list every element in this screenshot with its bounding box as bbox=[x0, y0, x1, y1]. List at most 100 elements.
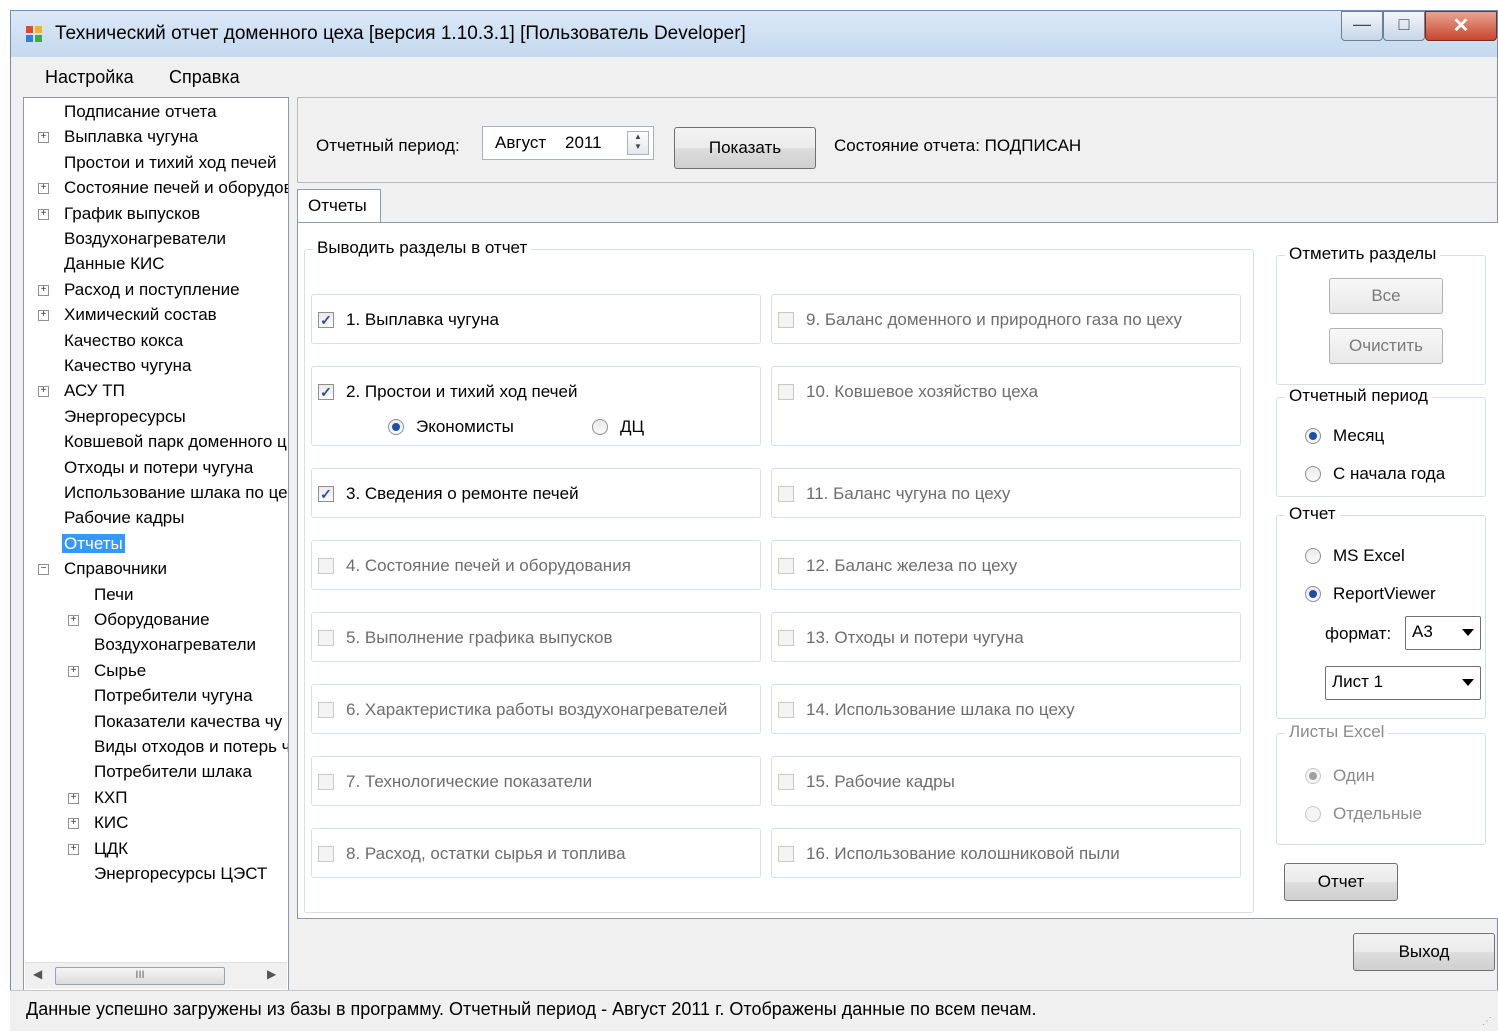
tree-node[interactable]: Использование шлака по це bbox=[62, 481, 288, 505]
menu-help[interactable]: Справка bbox=[169, 67, 240, 88]
section-checkbox[interactable] bbox=[778, 384, 794, 400]
clear-button[interactable]: Очистить bbox=[1329, 328, 1443, 364]
tree-node[interactable]: Отчеты bbox=[62, 532, 125, 556]
sheets-one-radio[interactable] bbox=[1305, 768, 1321, 784]
period-year-start-radio[interactable] bbox=[1305, 466, 1321, 482]
resize-grip-icon[interactable]: ⋰ bbox=[1482, 1016, 1492, 1027]
expand-icon[interactable]: + bbox=[38, 386, 49, 398]
tree-node[interactable]: Энергоресурсы bbox=[62, 405, 188, 429]
expand-icon[interactable]: + bbox=[68, 615, 79, 626]
tree-node[interactable]: Потребители чугуна bbox=[92, 684, 255, 708]
tree-horizontal-scrollbar[interactable]: ◀ III ▶ bbox=[25, 962, 287, 989]
tree-node-label: АСУ ТП bbox=[64, 381, 125, 401]
expand-icon[interactable]: + bbox=[68, 665, 79, 677]
report-button[interactable]: Отчет bbox=[1284, 863, 1398, 901]
show-button[interactable]: Показать bbox=[674, 127, 816, 169]
tree-node[interactable]: Сырье bbox=[92, 659, 148, 683]
tree-node[interactable]: Воздухонагреватели bbox=[62, 227, 228, 251]
tree-node-label: Простои и тихий ход печей bbox=[64, 152, 277, 172]
section-checkbox[interactable] bbox=[318, 558, 334, 574]
section-checkbox[interactable]: ✓ bbox=[318, 384, 334, 400]
tree-node[interactable]: Подписание отчета bbox=[62, 100, 219, 124]
exit-button[interactable]: Выход bbox=[1353, 933, 1495, 971]
period-picker[interactable]: Август 2011 ▲ ▼ bbox=[482, 126, 654, 160]
scroll-right-icon[interactable]: ▶ bbox=[267, 967, 276, 981]
tree-node[interactable]: График выпусков bbox=[62, 202, 202, 226]
maximize-button[interactable]: □ bbox=[1383, 11, 1425, 41]
report-period-group: Отчетный период Месяц С начала года bbox=[1276, 386, 1486, 497]
tree-node[interactable]: Расход и поступление bbox=[62, 278, 242, 302]
menu-settings[interactable]: Настройка bbox=[45, 67, 134, 88]
report-output-group: Отчет MS Excel ReportViewer формат: А3 Л… bbox=[1276, 504, 1486, 719]
tree-node[interactable]: КИС bbox=[92, 811, 130, 835]
scroll-thumb[interactable]: III bbox=[55, 967, 225, 985]
tree-node[interactable]: Справочники bbox=[62, 557, 169, 581]
scroll-left-icon[interactable]: ◀ bbox=[33, 967, 42, 981]
tab-reports[interactable]: Отчеты bbox=[297, 189, 381, 223]
format-select[interactable]: А3 bbox=[1405, 616, 1481, 650]
tree-node[interactable]: Простои и тихий ход печей bbox=[62, 151, 279, 175]
expand-icon[interactable]: + bbox=[38, 284, 49, 296]
section-checkbox[interactable]: ✓ bbox=[318, 486, 334, 502]
tree-node[interactable]: АСУ ТП bbox=[62, 379, 127, 403]
tree-node-label: Воздухонагреватели bbox=[94, 635, 256, 655]
maximize-icon: □ bbox=[1398, 14, 1410, 34]
tree-node[interactable]: Ковшевой парк доменного ц bbox=[62, 430, 288, 454]
status-text: Данные успешно загружены из базы в прогр… bbox=[26, 999, 1037, 1019]
dc-radio[interactable] bbox=[592, 419, 608, 435]
period-spinner[interactable]: ▲ ▼ bbox=[627, 131, 649, 155]
tree-node[interactable]: Показатели качества чу bbox=[92, 710, 284, 734]
section-checkbox[interactable] bbox=[778, 312, 794, 328]
expand-icon[interactable]: + bbox=[68, 818, 79, 830]
minimize-button[interactable]: — bbox=[1341, 11, 1383, 41]
tree-node[interactable]: Отходы и потери чугуна bbox=[62, 456, 255, 480]
tree-node[interactable]: Химический состав bbox=[62, 303, 219, 327]
economists-radio[interactable] bbox=[388, 419, 404, 435]
section-checkbox[interactable] bbox=[778, 630, 794, 646]
tree-node[interactable]: Энергоресурсы ЦЭСТ bbox=[92, 862, 269, 886]
collapse-icon[interactable]: − bbox=[38, 564, 49, 576]
period-month-radio[interactable] bbox=[1305, 428, 1321, 444]
tree-node[interactable]: Состояние печей и оборудова bbox=[62, 176, 288, 200]
section-checkbox[interactable] bbox=[778, 558, 794, 574]
tree-node[interactable]: ЦДК bbox=[92, 837, 130, 861]
report-output-title: Отчет bbox=[1285, 504, 1340, 524]
section-checkbox[interactable] bbox=[318, 630, 334, 646]
expand-icon[interactable]: + bbox=[68, 843, 79, 855]
section-checkbox[interactable] bbox=[778, 486, 794, 502]
tree-node[interactable]: Печи bbox=[92, 583, 135, 607]
expand-icon[interactable]: + bbox=[38, 183, 49, 195]
expand-icon[interactable]: + bbox=[38, 132, 49, 144]
menu-bar: Настройка Справка bbox=[11, 57, 1497, 95]
title-bar[interactable]: Технический отчет доменного цеха [версия… bbox=[11, 11, 1497, 57]
tree-node[interactable]: Выплавка чугуна bbox=[62, 125, 200, 149]
tree-node[interactable]: Оборудование bbox=[92, 608, 212, 632]
tree-node[interactable]: Рабочие кадры bbox=[62, 506, 186, 530]
tree-node[interactable]: Качество кокса bbox=[62, 329, 185, 353]
section-checkbox[interactable] bbox=[778, 702, 794, 718]
section-checkbox[interactable] bbox=[318, 702, 334, 718]
section-label: 4. Состояние печей и оборудования bbox=[346, 556, 631, 575]
sheets-separate-radio[interactable] bbox=[1305, 806, 1321, 822]
expand-icon[interactable]: + bbox=[68, 792, 79, 804]
report-viewer-radio[interactable] bbox=[1305, 586, 1321, 602]
tree-node[interactable]: КХП bbox=[92, 786, 129, 810]
tree-node[interactable]: Воздухонагреватели bbox=[92, 633, 258, 657]
close-button[interactable]: ✕ bbox=[1425, 11, 1497, 41]
expand-icon[interactable]: + bbox=[38, 310, 49, 322]
section-label: 9. Баланс доменного и природного газа по… bbox=[806, 310, 1183, 329]
section-checkbox[interactable] bbox=[318, 846, 334, 862]
navigation-tree[interactable]: Подписание отчета Выплавка чугуна + Простои… bbox=[23, 97, 289, 991]
section-checkbox[interactable] bbox=[778, 846, 794, 862]
tree-node[interactable]: Потребители шлака bbox=[92, 760, 254, 784]
sheet-select[interactable]: Лист 1 bbox=[1325, 666, 1481, 700]
section-checkbox[interactable] bbox=[778, 774, 794, 790]
select-all-button[interactable]: Все bbox=[1329, 278, 1443, 314]
tree-node[interactable]: Качество чугуна bbox=[62, 354, 194, 378]
tree-node[interactable]: Данные КИС bbox=[62, 252, 167, 276]
section-checkbox[interactable]: ✓ bbox=[318, 312, 334, 328]
expand-icon[interactable]: + bbox=[38, 208, 49, 220]
tree-node[interactable]: Виды отходов и потерь ч bbox=[92, 735, 288, 759]
ms-excel-radio[interactable] bbox=[1305, 548, 1321, 564]
section-checkbox[interactable] bbox=[318, 774, 334, 790]
